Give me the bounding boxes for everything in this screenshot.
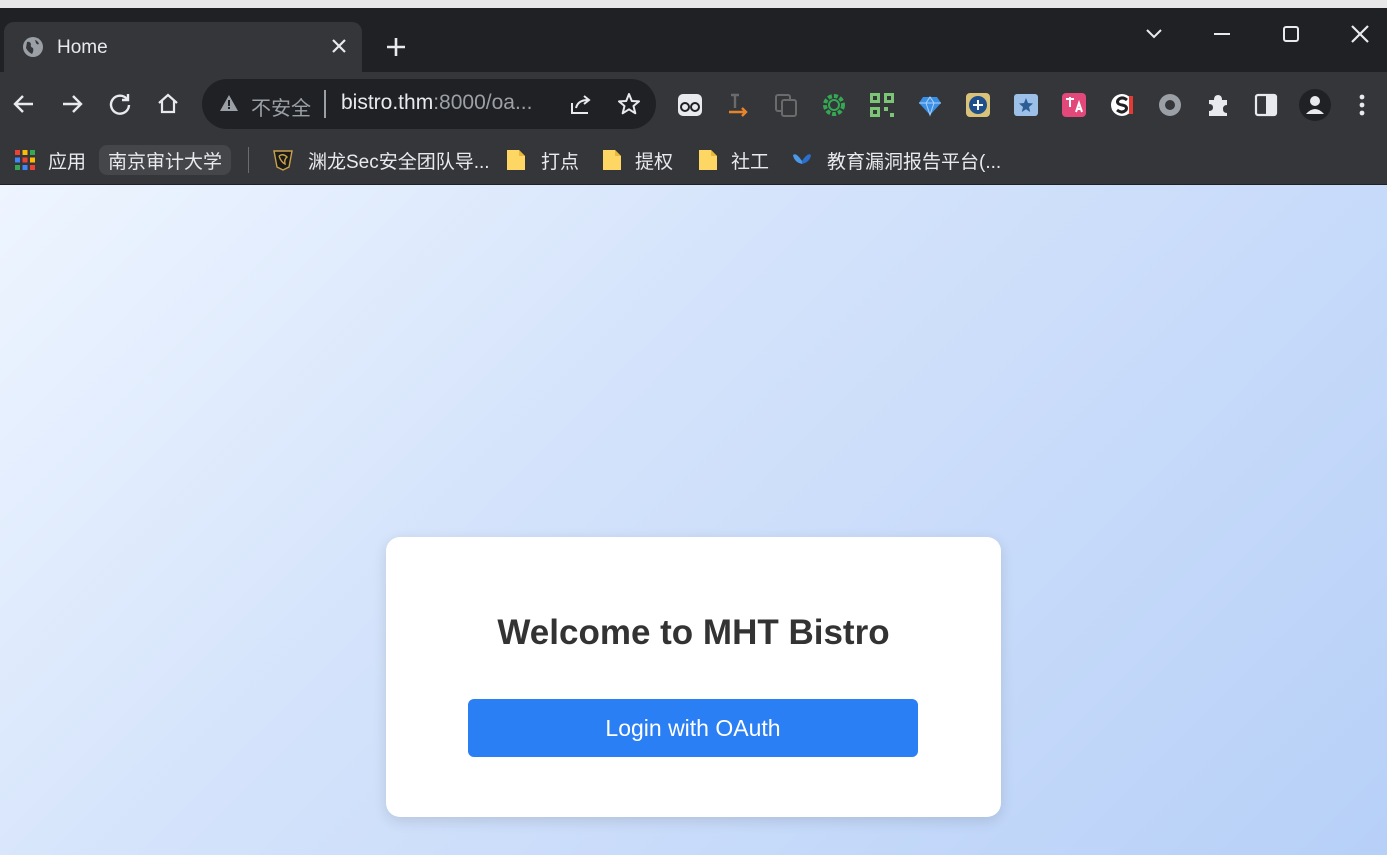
folder-icon xyxy=(603,150,621,170)
maximize-icon[interactable] xyxy=(1277,20,1305,48)
bookmark-label: 提权 xyxy=(635,151,674,173)
url-path: :8000/oa... xyxy=(433,91,533,114)
extension-record-icon[interactable] xyxy=(1157,92,1183,118)
browser-toolbar: 不安全 bistro.thm:8000/oa... xyxy=(0,72,1387,136)
side-panel-icon[interactable] xyxy=(1253,92,1279,118)
extension-diamond-icon[interactable] xyxy=(917,92,943,118)
bookmark-star-icon[interactable] xyxy=(616,91,642,117)
forward-icon[interactable] xyxy=(58,90,86,118)
bookmark-label: 南京审计大学 xyxy=(99,145,232,175)
extension-arrow-icon[interactable] xyxy=(725,92,751,118)
bookmark-yuanlong-sec[interactable]: 渊龙Sec安全团队导... xyxy=(272,145,490,175)
address-bar[interactable]: 不安全 bistro.thm:8000/oa... xyxy=(202,79,656,129)
globe-icon xyxy=(23,37,43,57)
page-content: Welcome to MHT Bistro Login with OAuth xyxy=(0,185,1387,855)
address-divider xyxy=(324,90,326,118)
url-text[interactable]: bistro.thm:8000/oa... xyxy=(341,91,532,115)
extension-gear-icon[interactable] xyxy=(821,92,847,118)
dragon-logo-icon xyxy=(273,150,293,171)
bookmark-folder-dadian[interactable]: 打点 xyxy=(505,145,579,175)
warning-icon xyxy=(220,95,238,111)
profile-avatar-icon[interactable] xyxy=(1299,89,1331,121)
extension-s-logo-icon[interactable] xyxy=(1109,92,1135,118)
tab-home[interactable]: Home xyxy=(4,22,362,72)
extension-copy-icon[interactable] xyxy=(773,92,799,118)
chevron-down-icon[interactable] xyxy=(1140,20,1168,48)
login-oauth-button[interactable]: Login with OAuth xyxy=(468,699,918,757)
extension-glasses-icon[interactable] xyxy=(677,92,703,118)
window-close-icon[interactable] xyxy=(1346,20,1374,48)
security-label[interactable]: 不安全 xyxy=(251,92,311,121)
folder-icon xyxy=(507,150,525,170)
butterfly-icon xyxy=(793,154,811,164)
minimize-icon[interactable] xyxy=(1208,20,1236,48)
bookmarks-bar: 应用 南京审计大学 渊龙Sec安全团队导... 打点 提权 社工 教育漏洞报告平… xyxy=(0,136,1387,185)
top-strip xyxy=(0,0,1387,8)
bookmark-edu-vuln-platform[interactable]: 教育漏洞报告平台(... xyxy=(791,145,1001,175)
bookmark-label: 打点 xyxy=(541,151,580,173)
bookmark-label: 社工 xyxy=(731,151,770,173)
extensions-puzzle-icon[interactable] xyxy=(1205,92,1231,118)
menu-kebab-icon[interactable] xyxy=(1349,92,1375,118)
login-card: Welcome to MHT Bistro Login with OAuth xyxy=(386,537,1001,817)
close-icon[interactable] xyxy=(328,35,350,57)
bookmark-apps[interactable]: 应用 xyxy=(14,145,86,175)
bookmark-folder-shegong[interactable]: 社工 xyxy=(697,145,769,175)
home-icon[interactable] xyxy=(154,90,182,118)
bookmark-label: 应用 xyxy=(48,151,87,173)
bookmark-folder-tiquan[interactable]: 提权 xyxy=(601,145,673,175)
page-title: Welcome to MHT Bistro xyxy=(497,613,890,652)
bookmark-divider xyxy=(248,147,249,173)
extension-star-box-icon[interactable] xyxy=(1013,92,1039,118)
folder-icon xyxy=(699,150,717,170)
extension-qr-icon[interactable] xyxy=(869,92,895,118)
url-host: bistro.thm xyxy=(341,91,434,114)
new-tab-icon[interactable] xyxy=(382,33,410,61)
back-icon[interactable] xyxy=(10,90,38,118)
tab-title: Home xyxy=(57,37,108,58)
extension-translate-icon[interactable] xyxy=(965,92,991,118)
apps-grid-icon xyxy=(15,150,35,170)
browser-title-bar: Home xyxy=(0,8,1387,72)
share-icon[interactable] xyxy=(568,91,594,117)
extension-chinese-translate-icon[interactable] xyxy=(1061,92,1087,118)
bookmark-label: 教育漏洞报告平台(... xyxy=(827,151,1002,173)
bookmark-nanjing-audit-university[interactable]: 南京审计大学 xyxy=(99,145,232,175)
reload-icon[interactable] xyxy=(106,90,134,118)
bookmark-label: 渊龙Sec安全团队导... xyxy=(308,151,490,173)
